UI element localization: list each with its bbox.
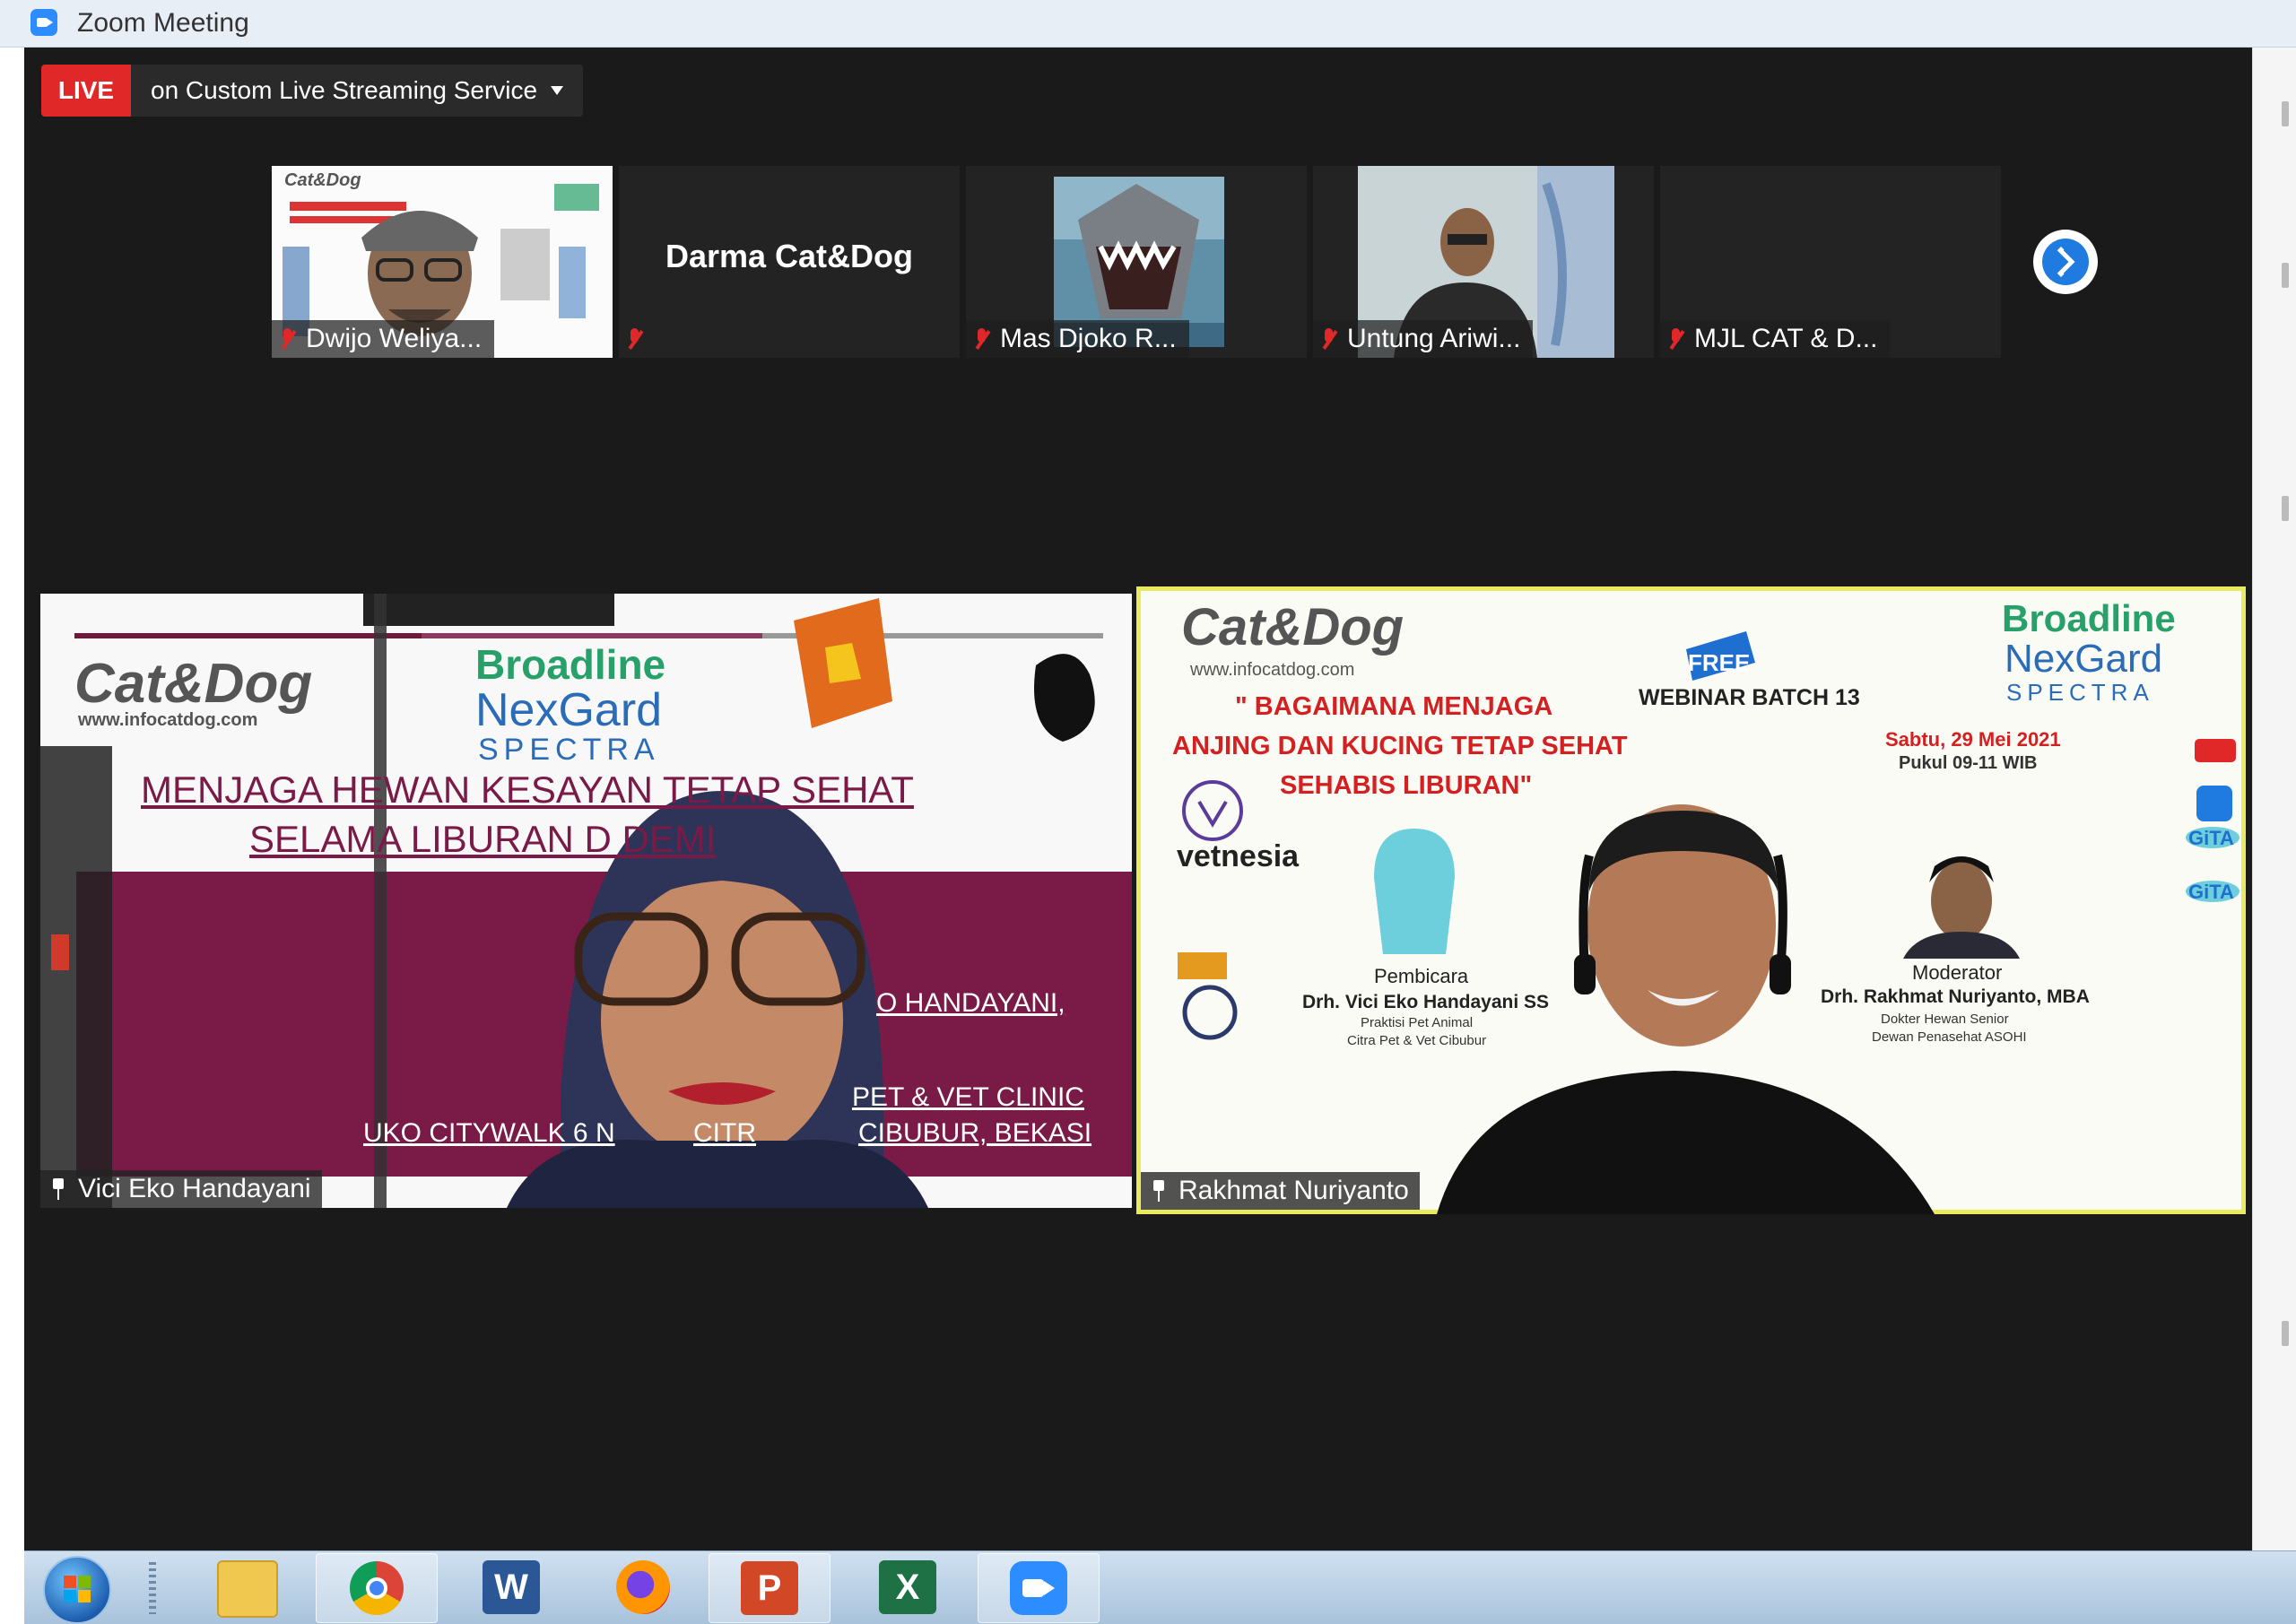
flyer-speaker-role1: Praktisi Pet Animal (1361, 1015, 1474, 1030)
participant-thumbnail[interactable]: MJL CAT & D... (1660, 166, 2001, 358)
live-stream-dropdown[interactable]: on Custom Live Streaming Service (131, 65, 583, 117)
flyer-free-tag: FREE (1688, 649, 1751, 676)
participant-thumbnail[interactable]: Darma Cat&Dog (619, 166, 960, 358)
powerpoint-icon: P (741, 1561, 798, 1615)
brand-broadline: Broadline (475, 641, 666, 688)
live-badge[interactable]: LIVE (41, 65, 131, 117)
flyer-moderator-name: Drh. Rakhmat Nuriyanto, MBA (1821, 986, 2090, 1007)
pin-icon (1152, 1180, 1166, 1202)
slide-title-line2: SELAMA LIBURAN D DEMI (249, 818, 717, 860)
taskbar-firefox[interactable] (583, 1553, 703, 1621)
next-page-button[interactable] (2033, 230, 2098, 294)
svg-text:Cat&Dog: Cat&Dog (284, 170, 361, 190)
slide-url: www.infocatdog.com (78, 710, 258, 730)
flyer-title-line1: " BAGAIMANA MENJAGA (1235, 692, 1553, 721)
taskbar-file-explorer[interactable] (186, 1553, 306, 1621)
flyer-moderator-role2: Dewan Penasehat ASOHI (1872, 1029, 2027, 1045)
taskbar-excel[interactable]: X (848, 1553, 968, 1621)
mic-muted-icon (628, 328, 642, 350)
flyer-date: Sabtu, 29 Mei 2021 (1885, 728, 2061, 751)
participant-display-name: Darma Cat&Dog (665, 238, 914, 274)
stream-label: on Custom Live Streaming Service (151, 76, 538, 104)
right-panel-edge (2252, 48, 2296, 1550)
slide-presenter-name: O HANDAYANI, (876, 988, 1065, 1018)
taskbar-chrome[interactable] (316, 1553, 438, 1623)
brand-nexgard: NexGard (475, 684, 663, 736)
mic-muted-icon (1669, 328, 1683, 350)
participant-name-tag: Dwijo Weliya... (272, 320, 495, 358)
word-icon: W (483, 1560, 540, 1614)
flyer-brand-broadline: Broadline (2002, 597, 2176, 639)
start-button[interactable] (43, 1556, 111, 1624)
slide-logo: Cat&Dog (74, 653, 313, 715)
zoom-icon (1010, 1561, 1067, 1615)
participant-thumbnail[interactable]: Cat&Dog Dwijo Weliya... (272, 166, 613, 358)
flyer-title-line2: ANJING DAN KUCING TETAP SEHAT (1172, 732, 1628, 760)
left-edge (0, 0, 24, 1623)
flyer-gita-pustaka-logo: GiTA (2188, 881, 2234, 903)
pin-icon (51, 1178, 65, 1200)
speaker-video-tile[interactable]: Cat&Dog www.infocatdog.com Broadline Nex… (40, 594, 1132, 1208)
slide-address-c: CIBUBUR, BEKASI (858, 1118, 1092, 1148)
mic-muted-icon (281, 328, 295, 350)
flyer-brand-spectra: SPECTRA (2006, 679, 2154, 706)
participant-name-tag: Mas Djoko R... (966, 320, 1189, 358)
active-speaker-video-tile[interactable]: Cat&Dog www.infocatdog.com FREE WEBINAR … (1136, 586, 2246, 1214)
flyer-gita-logo: GiTA (2188, 827, 2234, 849)
taskbar-grip (149, 1562, 156, 1614)
participant-name-tag (619, 320, 665, 358)
flyer-title-line3: SEHABIS LIBURAN" (1280, 771, 1533, 800)
file-explorer-icon (217, 1560, 278, 1618)
flyer-logo: Cat&Dog (1181, 598, 1405, 656)
flyer-time: Pukul 09-11 WIB (1899, 753, 2038, 773)
slide-clinic-name: PET & VET CLINIC (852, 1082, 1084, 1112)
flyer-brand-nexgard: NexGard (2005, 637, 2163, 681)
flyer-speaker-role2: Citra Pet & Vet Cibubur (1347, 1033, 1487, 1048)
taskbar-word[interactable]: W (451, 1553, 571, 1621)
zoom-app-icon (30, 9, 57, 36)
speaker-name-tag: Vici Eko Handayani (40, 1170, 322, 1208)
title-bar: Zoom Meeting (0, 0, 2296, 48)
firefox-icon (616, 1560, 670, 1614)
speaker-name-tag: Rakhmat Nuriyanto (1141, 1172, 1420, 1210)
participant-name-tag: MJL CAT & D... (1660, 320, 1891, 358)
mic-muted-icon (1322, 328, 1336, 350)
flyer-url: www.infocatdog.com (1190, 660, 1355, 680)
excel-icon: X (879, 1560, 936, 1614)
mic-muted-icon (975, 328, 989, 350)
flyer-speaker-name: Drh. Vici Eko Handayani SS (1302, 992, 1550, 1012)
slide-title-line1: MENJAGA HEWAN KESAYAN TETAP SEHAT (141, 769, 914, 811)
slide-address-a: UKO CITYWALK 6 N (363, 1118, 615, 1148)
flyer-vetnesia-logo: vetnesia (1177, 839, 1300, 873)
taskbar-powerpoint[interactable]: P (709, 1553, 831, 1623)
chrome-icon (350, 1561, 404, 1615)
brand-spectra: SPECTRA (478, 733, 660, 767)
flyer-webinar-batch: WEBINAR BATCH 13 (1639, 685, 1860, 710)
taskbar-zoom[interactable] (978, 1553, 1100, 1623)
participant-thumbnail[interactable]: Untung Ariwi... (1313, 166, 1654, 358)
flyer-moderator-role1: Dokter Hewan Senior (1881, 1012, 2009, 1027)
slide-address-b: CITR (693, 1118, 756, 1148)
participant-thumbnail[interactable]: Mas Djoko R... (966, 166, 1307, 358)
flyer-moderator-label: Moderator (1912, 961, 2003, 984)
participant-name-tag: Untung Ariwi... (1313, 320, 1534, 358)
caret-down-icon[interactable] (551, 86, 563, 95)
flyer-pembicara-label: Pembicara (1374, 965, 1469, 987)
window-title: Zoom Meeting (77, 8, 249, 38)
